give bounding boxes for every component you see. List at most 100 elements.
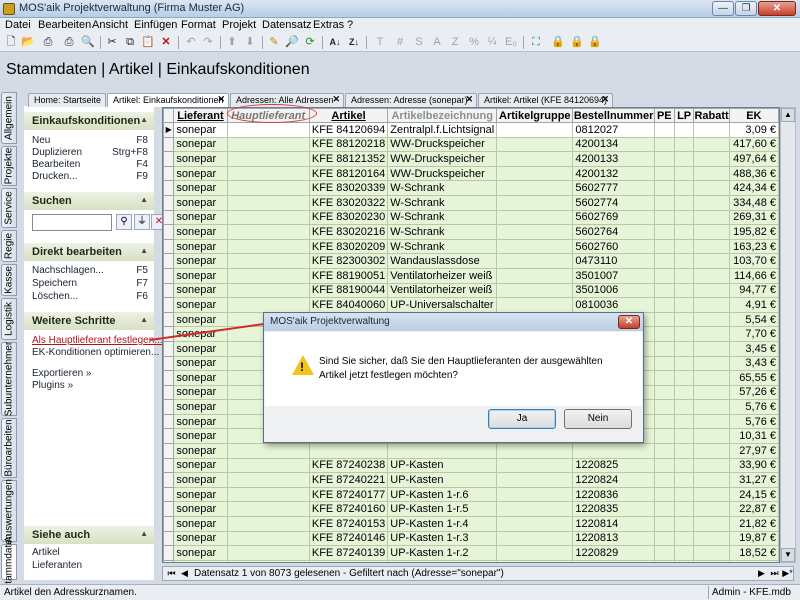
row-selector[interactable] <box>163 267 175 284</box>
grid-cell[interactable] <box>653 194 675 211</box>
grid-cell[interactable] <box>496 559 574 562</box>
grid-cell[interactable] <box>693 297 730 313</box>
grid-cell[interactable] <box>693 472 730 488</box>
grid-cell[interactable]: 4200134 <box>572 136 655 153</box>
grid-cell[interactable]: sonepar <box>173 238 228 255</box>
table-row[interactable]: ▶ sonepar KFE 84120694 Zentralpl.f.Lichtsig… <box>163 122 779 138</box>
grid-cell[interactable] <box>673 428 695 445</box>
table-row[interactable]: sonepar KFE 88190051 Ventilatorheizer weiß… <box>163 267 779 284</box>
scroll-down-icon[interactable]: ▼ <box>781 548 795 562</box>
row-selector[interactable] <box>163 311 175 328</box>
grid-cell[interactable]: 5602774 <box>572 194 655 211</box>
grid-cell[interactable]: 3,45 € <box>728 340 779 357</box>
grid-cell[interactable] <box>673 282 695 299</box>
tab-artikel-kfe[interactable]: Artikel: Artikel (KFE 84120694) ✕ <box>478 93 613 107</box>
grid-cell[interactable]: sonepar <box>173 267 228 284</box>
table-row[interactable]: sonepar KFE 87240177 UP-Kasten 1-r.6 122083… <box>163 486 779 503</box>
grid-cell[interactable] <box>693 530 730 547</box>
grid-cell[interactable]: KFE 88120218 <box>308 136 389 153</box>
grid-cell[interactable]: sonepar <box>173 180 228 196</box>
grid-cell[interactable]: KFE 82300302 <box>308 253 389 269</box>
grid-cell[interactable]: KFE 88120164 <box>308 165 389 182</box>
grid-cell[interactable] <box>226 253 310 269</box>
grid-cell[interactable] <box>653 443 675 459</box>
grid-cell[interactable]: KFE 83020230 <box>308 209 389 226</box>
row-selector[interactable] <box>163 180 175 196</box>
action-duplizieren[interactable]: Duplizieren <box>32 147 82 158</box>
grid-cell[interactable] <box>387 443 498 459</box>
row-selector[interactable] <box>163 399 175 415</box>
grid-cell[interactable]: 16,57 € <box>728 559 779 562</box>
grid-cell[interactable] <box>673 457 695 474</box>
grid-cell[interactable]: 24,15 € <box>728 486 779 503</box>
grid-cell[interactable] <box>496 253 574 269</box>
grid-cell[interactable]: sonepar <box>173 340 228 357</box>
grid-cell[interactable]: sonepar <box>173 355 228 372</box>
grid-cell[interactable]: UP-Kasten 1-r.2 <box>387 545 498 561</box>
table-row[interactable]: sonepar KFE 88120218 WW-Druckspeicher 42001… <box>163 136 779 153</box>
action-neu[interactable]: Neu <box>32 135 50 146</box>
menu-help[interactable]: ? <box>347 19 353 31</box>
grid-cell[interactable]: Ventilatorheizer weiß <box>387 267 498 284</box>
collapse-icon[interactable]: ▲ <box>140 115 148 124</box>
grid-cell[interactable]: 94,77 € <box>728 282 779 299</box>
table-row[interactable]: sonepar KFE 87240238 UP-Kasten 1220825 33,90… <box>163 457 779 474</box>
grid-cell[interactable]: sonepar <box>173 501 228 518</box>
grid-cell[interactable]: 18,52 € <box>728 545 779 561</box>
col-ek[interactable]: EK <box>728 108 779 123</box>
section-weitere-schritte[interactable]: Weitere Schritte ▲ <box>24 312 154 330</box>
grid-cell[interactable] <box>226 530 310 547</box>
grid-cell[interactable]: 5,76 € <box>728 413 779 430</box>
grid-cell[interactable]: UP-Kasten 1-r.4 <box>387 516 498 532</box>
grid-cell[interactable]: sonepar <box>173 486 228 503</box>
print-multi-icon[interactable]: ⎙ <box>61 35 77 50</box>
grid-cell[interactable] <box>496 194 574 211</box>
grid-cell[interactable]: 0812027 <box>572 122 655 138</box>
grid-cell[interactable]: sonepar <box>173 443 228 459</box>
grid-cell[interactable] <box>673 545 695 561</box>
grid-cell[interactable]: 0473110 <box>572 253 655 269</box>
grid-cell[interactable] <box>653 267 675 284</box>
grid-cell[interactable] <box>673 136 695 153</box>
grid-cell[interactable]: 19,87 € <box>728 530 779 547</box>
grid-cell[interactable] <box>653 457 675 474</box>
grid-cell[interactable]: sonepar <box>173 530 228 547</box>
grid-cell[interactable] <box>693 384 730 401</box>
grid-cell[interactable] <box>496 297 574 313</box>
grid-cell[interactable]: 3501006 <box>572 282 655 299</box>
grid-cell[interactable] <box>693 413 730 430</box>
grid-cell[interactable] <box>653 486 675 503</box>
grid-cell[interactable] <box>496 209 574 226</box>
action-nachschlagen[interactable]: Nachschlagen... <box>32 265 104 276</box>
grid-cell[interactable] <box>308 443 389 459</box>
table-row[interactable]: sonepar KFE 87240139 UP-Kasten 1-r.2 122082… <box>163 545 779 561</box>
grid-cell[interactable] <box>673 501 695 518</box>
filter-selection-icon[interactable]: ⏚ <box>134 214 150 230</box>
action-loeschen[interactable]: Löschen... <box>32 291 78 302</box>
grid-cell[interactable]: 488,36 € <box>728 165 779 182</box>
open-folder-icon[interactable]: 📂 <box>20 35 36 50</box>
grid-cell[interactable] <box>653 326 675 342</box>
vertical-scrollbar[interactable]: ▲ ▼ <box>780 107 796 563</box>
grid-cell[interactable] <box>693 370 730 386</box>
grid-cell[interactable] <box>653 297 675 313</box>
link-artikel[interactable]: Artikel <box>32 547 60 558</box>
grid-cell[interactable]: KFE 87240153 <box>308 516 389 532</box>
grid-cell[interactable]: 103,70 € <box>728 253 779 269</box>
grid-cell[interactable] <box>226 282 310 299</box>
search-input[interactable] <box>32 214 112 231</box>
grid-cell[interactable] <box>653 413 675 430</box>
row-selector[interactable] <box>163 340 175 357</box>
row-selector[interactable] <box>163 443 175 459</box>
grid-cell[interactable] <box>226 545 310 561</box>
table-row[interactable]: sonepar KFE 82300302 Wandauslassdose 047311… <box>163 253 779 269</box>
vtab-subunternehmer[interactable]: Subunternehmer <box>1 342 17 416</box>
grid-cell[interactable]: KFE 88190051 <box>308 267 389 284</box>
collapse-icon[interactable]: ▲ <box>140 195 148 204</box>
grid-cell[interactable]: KFE 83020209 <box>308 238 389 255</box>
grid-cell[interactable]: sonepar <box>173 165 228 182</box>
grid-cell[interactable]: 3501007 <box>572 267 655 284</box>
grid-cell[interactable] <box>673 297 695 313</box>
grid-cell[interactable]: 1220836 <box>572 486 655 503</box>
grid-cell[interactable]: sonepar <box>173 151 228 167</box>
